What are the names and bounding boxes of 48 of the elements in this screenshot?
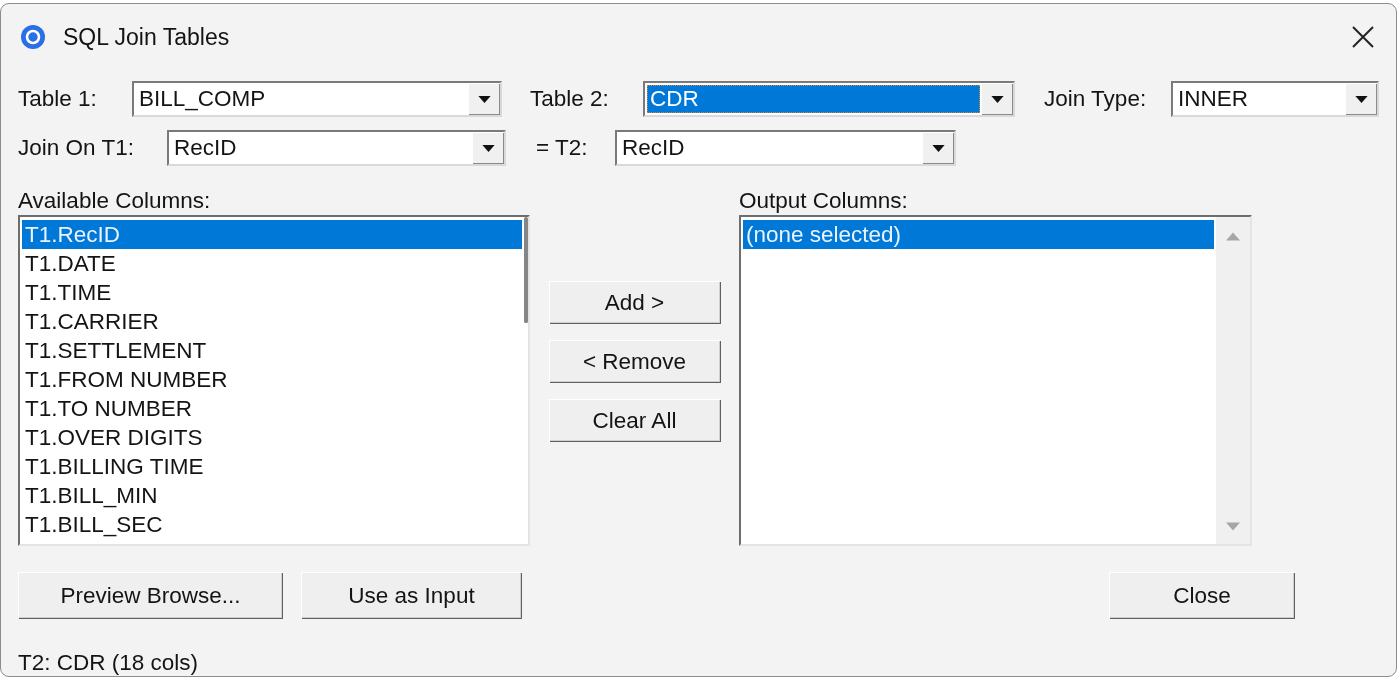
preview-browse-button[interactable]: Preview Browse... (18, 572, 283, 619)
dropdown[interactable]: BILL_COMP (132, 81, 502, 117)
field-label: = T2: (536, 135, 589, 161)
field-label: Table 1: (18, 86, 98, 112)
caret-icon (931, 144, 945, 152)
close-icon[interactable] (1352, 26, 1374, 48)
dropdown-button[interactable] (1345, 83, 1377, 115)
dropdown[interactable]: CDR (643, 81, 1015, 117)
list-item[interactable]: T1.DATE (22, 249, 522, 278)
list-item[interactable]: T1.OVER DIGITS (22, 423, 522, 452)
list-item[interactable]: T1.BILL_MIN (22, 481, 522, 510)
caret-icon (481, 144, 495, 152)
list-item[interactable]: T1.CARRIER (22, 307, 522, 336)
remove-button[interactable]: < Remove (548, 340, 721, 383)
field-label: Join On T1: (18, 135, 135, 161)
list-item[interactable]: T1.FROM NUMBER (22, 365, 522, 394)
window-title: SQL Join Tables (63, 23, 231, 51)
dropdown[interactable]: INNER (1171, 81, 1379, 117)
dropdown-button[interactable] (472, 132, 504, 164)
dropdown-button[interactable] (981, 83, 1013, 115)
dropdown-button[interactable] (922, 132, 954, 164)
dropdown-button[interactable] (468, 83, 500, 115)
status-text: T2: CDR (18 cols) (18, 650, 200, 675)
caret-icon (477, 95, 491, 103)
list-item[interactable]: T1.RecID (22, 220, 522, 249)
close-button[interactable]: Close (1109, 572, 1295, 619)
caret-icon (1354, 95, 1368, 103)
list-label: Output Columns: (739, 188, 909, 213)
list-item[interactable]: T1.TO NUMBER (22, 394, 522, 423)
list-label: Available Columns: (18, 188, 212, 213)
clear-all-button[interactable]: Clear All (548, 399, 721, 442)
list-item[interactable]: (none selected) (743, 220, 1214, 249)
scrollbar-thumb[interactable] (524, 255, 528, 323)
dropdown[interactable]: RecID (615, 130, 956, 166)
use-as-input-button[interactable]: Use as Input (301, 572, 522, 619)
list-item[interactable]: T1.BILL_SEC (22, 510, 522, 539)
add-button[interactable]: Add > (548, 281, 721, 324)
dropdown[interactable]: RecID (167, 130, 506, 166)
field-label: Join Type: (1044, 86, 1148, 112)
disc-icon (21, 25, 45, 49)
column-list[interactable]: (none selected) (739, 215, 1252, 546)
field-label: Table 2: (530, 86, 610, 112)
column-list[interactable]: T1.RecID T1.DATE T1.TIME T1.CARRIER T1.SETTLEMENT T1.FROM NUMBER T1.TO NUMBER T1.OVER DIGITS T1.BILLING TIME T1.BILL_MIN T1.BILL_SEC (18, 215, 530, 546)
list-item[interactable]: T1.BILLING TIME (22, 452, 522, 481)
caret-icon (990, 95, 1004, 103)
list-item[interactable]: T1.SETTLEMENT (22, 336, 522, 365)
scrollbar[interactable] (524, 217, 528, 323)
list-item[interactable]: T1.TIME (22, 278, 522, 307)
